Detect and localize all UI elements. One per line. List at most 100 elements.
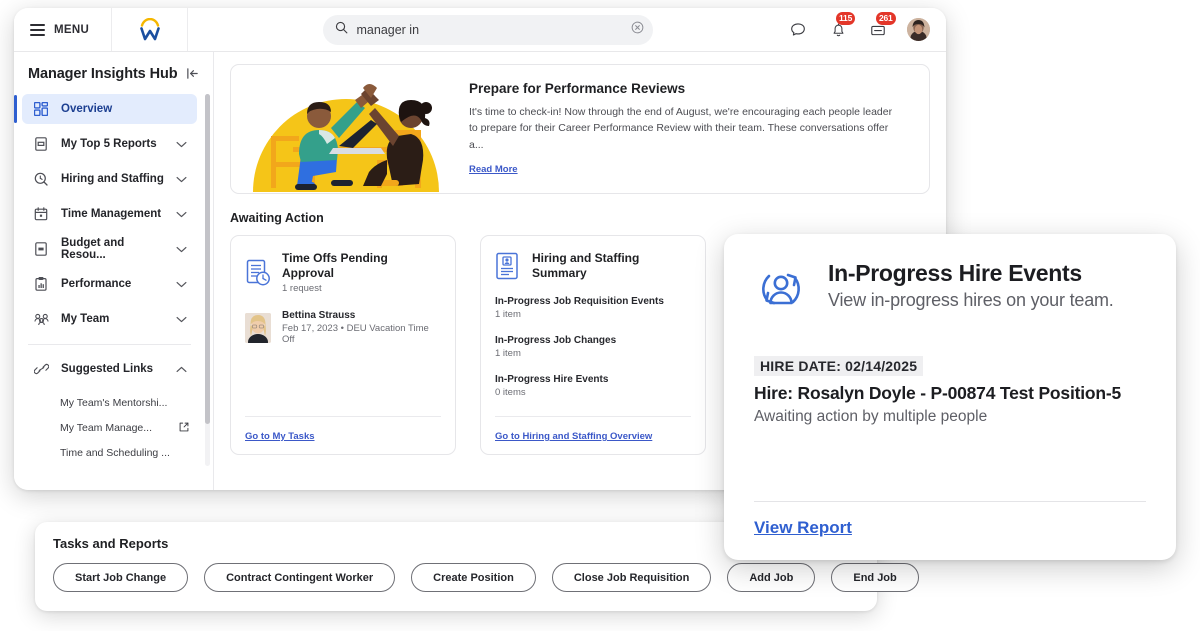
chat-bubble-icon[interactable]	[787, 19, 809, 41]
top-navigation-bar: MENU manager in 115 261	[14, 8, 946, 52]
close-job-requisition-button[interactable]: Close Job Requisition	[551, 563, 712, 592]
grid-squares-icon	[33, 101, 49, 117]
sidebar-sublink-label: My Team's Mentorshi...	[60, 396, 168, 409]
popup-header-text: In-Progress Hire Events View in-progress…	[828, 260, 1114, 311]
stat-value: 1 item	[495, 348, 521, 359]
card-header: Time Offs Pending Approval 1 request	[245, 251, 441, 294]
sidebar-item-my-top-5-reports[interactable]: My Top 5 Reports	[22, 129, 197, 159]
card-title: Hiring and Staffing Summary	[532, 251, 640, 280]
sidebar-divider	[28, 344, 191, 345]
sidebar-sublink-label: My Team Manage...	[60, 421, 153, 434]
performance-reviews-banner[interactable]: Prepare for Performance Reviews It's tim…	[230, 64, 930, 194]
list-item[interactable]: Bettina Strauss Feb 17, 2023 • DEU Vacat…	[245, 310, 441, 345]
two-people-high-five-desk-illustration	[231, 65, 461, 193]
inbox-badge-count: 261	[876, 11, 896, 25]
chevron-down-icon[interactable]	[176, 170, 187, 188]
popup-header: In-Progress Hire Events View in-progress…	[754, 260, 1146, 316]
chevron-down-icon[interactable]	[176, 240, 187, 258]
clear-search-icon[interactable]	[631, 21, 644, 39]
sidebar-item-label: Suggested Links	[61, 363, 154, 375]
inbox-tray-icon[interactable]: 261	[867, 11, 896, 41]
global-search-container: manager in	[188, 14, 787, 45]
chevron-down-icon[interactable]	[176, 310, 187, 328]
workday-w-logo-icon	[139, 17, 160, 40]
stat-value: 0 items	[495, 387, 526, 398]
sidebar-item-label: Hiring and Staffing	[61, 173, 164, 185]
people-group-icon	[33, 311, 49, 327]
popup-footer: View Report	[754, 501, 1146, 560]
sidebar-item-label: My Top 5 Reports	[61, 138, 157, 150]
top-bar-icon-group: 115 261	[787, 11, 946, 41]
sidebar-sublink-my-team-management[interactable]: My Team Manage...	[14, 415, 205, 440]
banner-description: It's time to check-in! Now through the e…	[469, 106, 893, 151]
bell-notification-icon[interactable]: 115	[827, 11, 856, 41]
chevron-down-icon[interactable]	[176, 275, 187, 293]
sidebar-item-label: Time Management	[61, 208, 162, 220]
sidebar-item-overview[interactable]: Overview	[14, 94, 197, 124]
card-subtitle: 1 request	[282, 283, 322, 294]
banner-text: Prepare for Performance Reviews It's tim…	[461, 81, 929, 177]
hiring-and-staffing-summary-card: Hiring and Staffing Summary In-Progress …	[480, 235, 706, 455]
card-header: Hiring and Staffing Summary	[495, 251, 691, 281]
sidebar-item-label: Overview	[61, 103, 113, 115]
stat-label: In-Progress Job Requisition Events	[495, 296, 664, 307]
go-to-hiring-and-staffing-overview-link[interactable]: Go to Hiring and Staffing Overview	[495, 431, 652, 442]
magnifier-clock-icon	[33, 171, 49, 187]
go-to-my-tasks-link[interactable]: Go to My Tasks	[245, 431, 315, 442]
chevron-up-icon[interactable]	[176, 360, 187, 378]
notification-badge-count: 115	[836, 11, 856, 25]
stat-label: In-Progress Job Changes	[495, 335, 617, 346]
popup-title: In-Progress Hire Events	[828, 260, 1082, 286]
contract-contingent-worker-button[interactable]: Contract Contingent Worker	[204, 563, 396, 592]
add-job-button[interactable]: Add Job	[727, 563, 816, 592]
card-header-text: Time Offs Pending Approval 1 request	[282, 251, 441, 294]
collapse-panel-icon[interactable]	[186, 67, 199, 82]
sidebar-item-performance[interactable]: Performance	[22, 269, 197, 299]
avatar	[245, 312, 271, 343]
popup-event-details: HIRE DATE: 02/14/2025 Hire: Rosalyn Doyl…	[754, 356, 1146, 426]
sidebar-item-hiring-and-staffing[interactable]: Hiring and Staffing	[22, 164, 197, 194]
chevron-down-icon[interactable]	[176, 135, 187, 153]
create-position-button[interactable]: Create Position	[411, 563, 536, 592]
sidebar-sublink-my-teams-mentorship[interactable]: My Team's Mentorshi...	[14, 390, 205, 415]
awaiting-action-title: Awaiting Action	[230, 211, 324, 225]
list-item-text: Bettina Strauss Feb 17, 2023 • DEU Vacat…	[282, 310, 441, 345]
in-progress-hire-events-popup: In-Progress Hire Events View in-progress…	[724, 234, 1176, 560]
sidebar-item-label: My Team	[61, 313, 110, 325]
sidebar-scrollbar-thumb[interactable]	[205, 94, 210, 424]
user-avatar[interactable]	[907, 18, 930, 41]
search-input[interactable]: manager in	[322, 14, 653, 45]
person-name: Bettina Strauss	[282, 310, 356, 321]
report-document-icon	[33, 136, 49, 152]
stat-label: In-Progress Hire Events	[495, 374, 609, 385]
banner-title: Prepare for Performance Reviews	[469, 81, 686, 97]
sidebar-item-my-team[interactable]: My Team	[22, 304, 197, 334]
card-footer: Go to My Tasks	[245, 416, 441, 454]
sidebar: Manager Insights Hub Overview My Top 5 R…	[14, 52, 214, 490]
end-job-button[interactable]: End Job	[831, 563, 919, 592]
start-job-change-button[interactable]: Start Job Change	[53, 563, 189, 592]
sidebar-item-budget-and-resources[interactable]: Budget and Resou...	[22, 234, 197, 264]
read-more-link[interactable]: Read More	[469, 164, 518, 175]
sidebar-sublink-time-and-scheduling[interactable]: Time and Scheduling ...	[14, 440, 205, 465]
sidebar-sublink-assess-my-teams-potential[interactable]: Assess My Team's Po...	[14, 465, 205, 466]
sidebar-sublink-label: Time and Scheduling ...	[60, 446, 170, 459]
calendar-icon	[33, 206, 49, 222]
tasks-button-row: Start Job Change Contract Contingent Wor…	[53, 563, 919, 592]
person-refresh-cycle-icon	[754, 262, 808, 316]
sidebar-item-label: Budget and Resou...	[61, 237, 125, 261]
sidebar-section-suggested-links[interactable]: Suggested Links	[22, 354, 197, 384]
hire-date-badge: HIRE DATE: 02/14/2025	[754, 356, 924, 376]
document-icon	[33, 241, 49, 257]
view-report-link[interactable]: View Report	[754, 518, 852, 537]
sidebar-item-time-management[interactable]: Time Management	[22, 199, 197, 229]
hire-event-status: Awaiting action by multiple people	[754, 408, 988, 425]
workday-w-logo[interactable]	[112, 8, 188, 51]
menu-button[interactable]: MENU	[14, 8, 112, 51]
stat-row: In-Progress Job Requisition Events 1 ite…	[495, 296, 691, 320]
chevron-down-icon[interactable]	[176, 205, 187, 223]
search-icon	[335, 21, 348, 39]
hamburger-menu-icon	[30, 23, 45, 36]
clipboard-chart-icon	[33, 276, 49, 292]
sidebar-item-label: Performance	[61, 278, 132, 290]
